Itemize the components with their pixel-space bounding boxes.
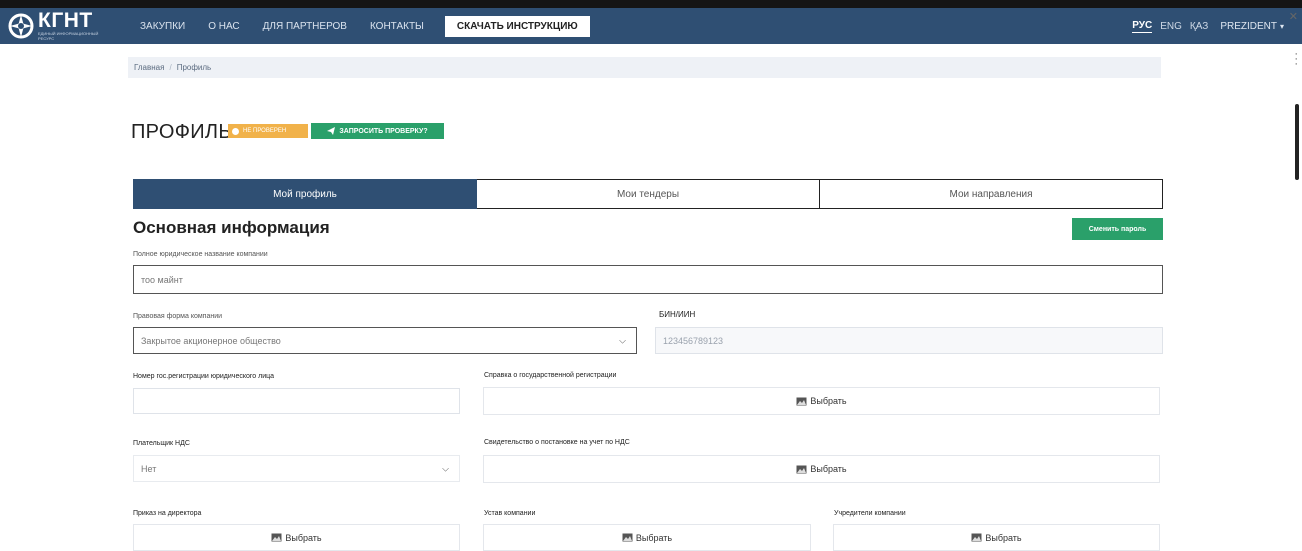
breadcrumb-current: Профиль	[176, 63, 212, 72]
tab-my-directions[interactable]: Мои направления	[820, 179, 1163, 209]
choose-label: Выбрать	[810, 396, 847, 406]
nav-item-contacts[interactable]: КОНТАКТЫ	[370, 21, 424, 32]
bin-input[interactable]: 123456789123	[655, 327, 1163, 354]
choose-label: Выбрать	[285, 532, 322, 543]
profile-tabs: Мой профиль Мои тендеры Мои направления	[133, 179, 1163, 209]
legal-form-value: Закрытое акционерное общество	[141, 335, 281, 346]
logo-text: КГНТ ЕДИНЫЙ ИНФОРМАЦИОННЫЙ РЕСУРС	[38, 9, 108, 41]
choose-label: Выбрать	[810, 464, 847, 474]
kebab-menu-icon[interactable]: · · ·	[1294, 49, 1298, 70]
close-icon[interactable]: ✕	[1289, 10, 1298, 23]
nav-item-purchases[interactable]: ЗАКУПКИ	[140, 21, 185, 32]
download-instruction-button[interactable]: СКАЧАТЬ ИНСТРУКЦИЮ	[444, 15, 590, 37]
vat-payer-label: Плательщик НДС	[133, 440, 190, 447]
vat-certificate-upload[interactable]: Выбрать	[483, 455, 1160, 483]
navbar: КГНТ ЕДИНЫЙ ИНФОРМАЦИОННЫЙ РЕСУРС ЗАКУПК…	[0, 8, 1302, 44]
send-icon	[327, 127, 336, 135]
choose-label: Выбрать	[635, 532, 673, 543]
user-menu[interactable]: PREZIDENT ▾	[1220, 21, 1284, 32]
section-title: Основная информация	[133, 218, 330, 237]
image-icon	[796, 465, 807, 473]
legal-form-label: Правовая форма компании	[133, 313, 223, 320]
reg-number-label: Номер гос.регистрации юридического лица	[133, 373, 275, 380]
vat-payer-value: Нет	[141, 463, 157, 474]
user-name: PREZIDENT	[1220, 20, 1277, 32]
reg-certificate-upload[interactable]: Выбрать	[483, 387, 1160, 415]
request-verification-button[interactable]: ЗАПРОСИТЬ ПРОВЕРКУ?	[311, 123, 444, 139]
company-name-label: Полное юридическое название компании	[133, 251, 268, 258]
image-icon	[971, 533, 982, 542]
logo-subtitle: ЕДИНЫЙ ИНФОРМАЦИОННЫЙ РЕСУРС	[38, 31, 99, 41]
vat-payer-select[interactable]: Нет ⌵	[133, 455, 460, 482]
page-title: ПРОФИЛЬ	[131, 121, 232, 143]
choose-label: Выбрать	[985, 532, 1022, 543]
chevron-down-icon: ⌵	[442, 463, 449, 473]
request-verification-label: ЗАПРОСИТЬ ПРОВЕРКУ?	[339, 127, 428, 135]
tab-my-profile[interactable]: Мой профиль	[133, 179, 477, 209]
breadcrumb-separator: /	[169, 63, 172, 72]
company-name-input[interactable]: тоо майнт	[133, 265, 1163, 294]
logo-title: КГНТ	[38, 9, 93, 32]
logo-icon	[8, 13, 34, 39]
change-password-button[interactable]: Сменить пароль	[1072, 218, 1163, 240]
image-icon	[271, 533, 282, 542]
nav-item-about[interactable]: О НАС	[208, 21, 239, 32]
status-badge: НЕ ПРОВЕРЕН	[228, 124, 308, 138]
charter-label: Устав компании	[484, 510, 536, 517]
scrollbar-thumb[interactable]	[1295, 104, 1299, 180]
status-badge-label: НЕ ПРОВЕРЕН	[243, 128, 287, 134]
founders-upload[interactable]: Выбрать	[833, 524, 1160, 551]
image-icon	[622, 533, 633, 542]
caret-down-icon: ▾	[1279, 21, 1284, 31]
legal-form-select[interactable]: Закрытое акционерное общество ⌵	[133, 327, 637, 354]
lang-kaz[interactable]: ҚАЗ	[1190, 21, 1208, 32]
vat-certificate-label: Свидетельство о постановке на учет по НД…	[484, 439, 630, 446]
director-order-upload[interactable]: Выбрать	[133, 524, 460, 551]
image-icon	[796, 397, 807, 405]
nav-right: РУС ENG ҚАЗ PREZIDENT ▾	[1124, 8, 1284, 44]
top-strip	[0, 0, 1302, 8]
founders-label: Учредители компании	[834, 510, 906, 517]
nav-menu: ЗАКУПКИ О НАС ДЛЯ ПАРТНЕРОВ КОНТАКТЫ СКА…	[140, 15, 590, 37]
chevron-down-icon: ⌵	[619, 335, 626, 345]
bin-label: БИН/ИИН	[659, 310, 696, 319]
logo[interactable]: КГНТ ЕДИНЫЙ ИНФОРМАЦИОННЫЙ РЕСУРС	[8, 8, 118, 44]
nav-item-partners[interactable]: ДЛЯ ПАРТНЕРОВ	[263, 21, 347, 32]
charter-upload[interactable]: Выбрать	[483, 524, 811, 551]
tab-my-tenders[interactable]: Мои тендеры	[477, 179, 820, 209]
reg-certificate-label: Справка о государственной регистрации	[484, 372, 617, 379]
breadcrumb-home[interactable]: Главная	[134, 63, 164, 72]
lang-rus[interactable]: РУС	[1132, 20, 1153, 33]
director-order-label: Приказ на директора	[133, 510, 202, 517]
status-dot-icon	[232, 127, 239, 135]
breadcrumb: Главная / Профиль	[128, 57, 1161, 78]
reg-number-input[interactable]	[133, 388, 460, 414]
lang-eng[interactable]: ENG	[1160, 21, 1182, 32]
